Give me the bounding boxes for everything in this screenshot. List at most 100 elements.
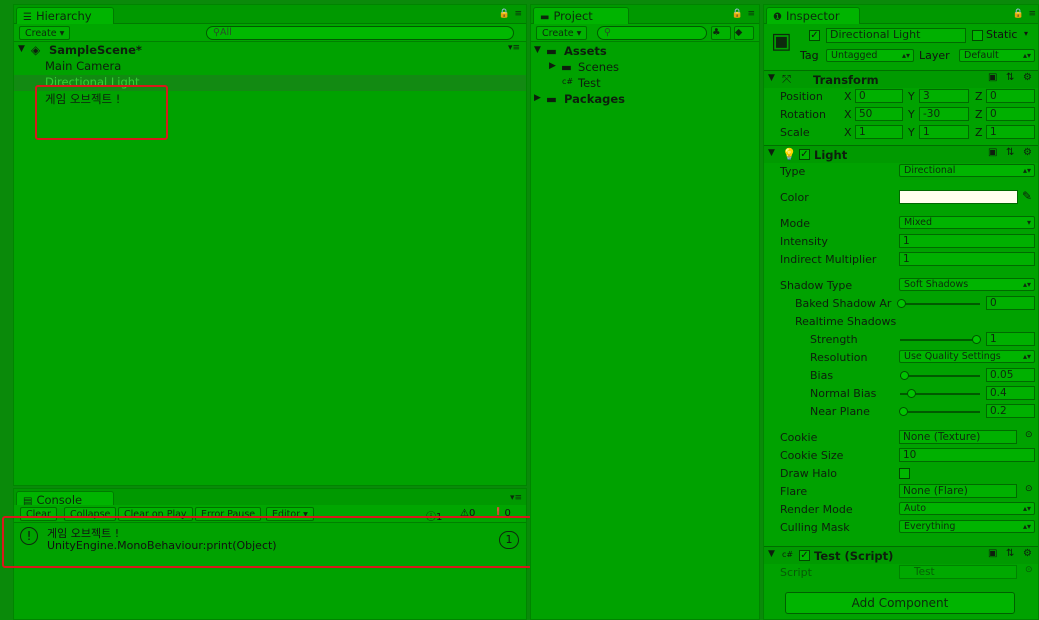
- tag-dropdown[interactable]: Untagged ▴▾: [826, 49, 914, 62]
- resolution-dropdown[interactable]: Use Quality Settings ▴▾: [899, 350, 1035, 363]
- expand-arrow-icon[interactable]: ▼: [534, 45, 541, 55]
- bias-input[interactable]: 0.05: [986, 368, 1035, 382]
- light-header[interactable]: ▼ 💡 ✓ Light ▣ ⇅ ⚙: [764, 145, 1038, 163]
- presets-icon[interactable]: ⇅: [1006, 72, 1014, 83]
- expand-arrow-icon[interactable]: ▼: [768, 549, 775, 559]
- static-checkbox[interactable]: [972, 30, 983, 41]
- flare-row: Flare None (Flare) ⊙: [764, 483, 1038, 501]
- near-plane-input[interactable]: 0.2: [986, 404, 1035, 418]
- filter-by-label-button[interactable]: ◆: [734, 26, 754, 40]
- help-icon[interactable]: ▣: [988, 72, 997, 83]
- project-create-button[interactable]: Create ▾: [536, 26, 588, 40]
- scene-row[interactable]: ▼ ◈ SampleScene* ▾≡: [14, 43, 526, 59]
- object-picker-icon[interactable]: ⊙: [1025, 484, 1033, 494]
- flare-object-field[interactable]: None (Flare): [899, 484, 1017, 498]
- project-folder-packages[interactable]: ▶ ▬ Packages: [531, 92, 759, 108]
- rotation-x-input[interactable]: 50: [855, 107, 903, 121]
- lock-icon[interactable]: 🔒: [732, 9, 743, 19]
- bias-slider-thumb[interactable]: [900, 371, 909, 380]
- panel-menu-icon[interactable]: ≡: [747, 9, 755, 19]
- hierarchy-search-input[interactable]: ⚲All: [206, 26, 514, 40]
- help-icon[interactable]: ▣: [988, 147, 997, 158]
- script-object-field: Test: [899, 565, 1017, 579]
- position-x-input[interactable]: 0: [855, 89, 903, 103]
- component-settings-icon[interactable]: ⚙: [1023, 147, 1032, 158]
- normal-bias-input[interactable]: 0.4: [986, 386, 1035, 400]
- baked-shadow-input[interactable]: 0: [986, 296, 1035, 310]
- hierarchy-item[interactable]: Main Camera: [14, 59, 526, 75]
- lock-icon[interactable]: 🔒: [499, 9, 510, 19]
- shadow-type-dropdown[interactable]: Soft Shadows ▴▾: [899, 278, 1035, 291]
- strength-slider-thumb[interactable]: [972, 335, 981, 344]
- scale-y-input[interactable]: 1: [919, 125, 969, 139]
- strength-slider-track[interactable]: [900, 339, 980, 341]
- annotation-box-console: [2, 516, 545, 568]
- scene-menu-icon[interactable]: ▾≡: [508, 43, 520, 53]
- lock-icon[interactable]: 🔒: [1013, 9, 1024, 19]
- tab-hierarchy[interactable]: ☰ Hierarchy: [16, 7, 114, 24]
- object-name-input[interactable]: Directional Light: [826, 28, 966, 43]
- position-y-input[interactable]: 3: [919, 89, 969, 103]
- bias-slider-track[interactable]: [900, 375, 980, 377]
- cookie-object-field[interactable]: None (Texture): [899, 430, 1017, 444]
- presets-icon[interactable]: ⇅: [1006, 548, 1014, 559]
- expand-arrow-icon[interactable]: ▼: [18, 44, 25, 54]
- near-plane-slider-track[interactable]: [900, 411, 980, 413]
- indirect-multiplier-input[interactable]: 1: [899, 252, 1035, 266]
- cookie-size-input[interactable]: 10: [899, 448, 1035, 462]
- active-checkbox[interactable]: ✓: [809, 30, 820, 41]
- rotation-z-input[interactable]: 0: [986, 107, 1035, 121]
- light-mode-dropdown[interactable]: Mixed ▾: [899, 216, 1035, 229]
- near-plane-slider-thumb[interactable]: [899, 407, 908, 416]
- light-type-dropdown[interactable]: Directional ▴▾: [899, 164, 1035, 177]
- scale-z-input[interactable]: 1: [986, 125, 1035, 139]
- light-enabled-checkbox[interactable]: ✓: [799, 149, 810, 160]
- project-search-input[interactable]: ⚲: [597, 26, 707, 40]
- component-settings-icon[interactable]: ⚙: [1023, 548, 1032, 559]
- panel-menu-icon[interactable]: ≡: [1028, 9, 1036, 19]
- transform-header[interactable]: ▼ ⤧ Transform ▣ ⇅ ⚙: [764, 70, 1038, 88]
- eyedropper-icon[interactable]: ✎: [1022, 189, 1032, 203]
- presets-icon[interactable]: ⇅: [1006, 147, 1014, 158]
- y-label: Y: [908, 126, 915, 139]
- collapse-arrow-icon[interactable]: ▶: [549, 61, 556, 71]
- layer-label: Layer: [919, 49, 950, 62]
- dropdown-arrow-icon: ▴▾: [1022, 166, 1031, 175]
- static-dropdown-arrow-icon[interactable]: ▾: [1024, 29, 1028, 38]
- project-file-test[interactable]: c# Test: [531, 76, 759, 92]
- filter-by-type-button[interactable]: ♣: [711, 26, 731, 40]
- expand-arrow-icon[interactable]: ▼: [768, 148, 775, 158]
- expand-arrow-icon[interactable]: ▼: [768, 73, 775, 83]
- collapse-arrow-icon[interactable]: ▶: [534, 93, 541, 103]
- scale-x-input[interactable]: 1: [855, 125, 903, 139]
- normal-bias-slider-thumb[interactable]: [907, 389, 916, 398]
- tab-project[interactable]: ▬ Project: [533, 7, 629, 24]
- culling-mask-dropdown[interactable]: Everything ▴▾: [899, 520, 1035, 533]
- position-z-input[interactable]: 0: [986, 89, 1035, 103]
- render-mode-dropdown[interactable]: Auto ▴▾: [899, 502, 1035, 515]
- strength-input[interactable]: 1: [986, 332, 1035, 346]
- intensity-input[interactable]: 1: [899, 234, 1035, 248]
- color-swatch[interactable]: [899, 190, 1018, 204]
- flare-label: Flare: [780, 485, 808, 498]
- object-picker-icon[interactable]: ⊙: [1025, 430, 1033, 440]
- baked-shadow-slider-track[interactable]: [900, 303, 980, 305]
- project-folder-assets[interactable]: ▼ ▬ Assets: [531, 44, 759, 60]
- rotation-y-input[interactable]: -30: [919, 107, 969, 121]
- help-icon[interactable]: ▣: [988, 548, 997, 559]
- draw-halo-label: Draw Halo: [780, 467, 838, 480]
- x-label: X: [844, 108, 852, 121]
- resolution-label: Resolution: [810, 351, 868, 364]
- add-component-button[interactable]: Add Component: [785, 592, 1015, 614]
- hierarchy-create-button[interactable]: Create ▾: [19, 26, 71, 40]
- tab-inspector[interactable]: ❶ Inspector: [766, 7, 860, 24]
- panel-menu-icon[interactable]: ≡: [514, 9, 522, 19]
- project-folder-scenes[interactable]: ▶ ▬ Scenes: [531, 60, 759, 76]
- baked-shadow-slider-thumb[interactable]: [897, 299, 906, 308]
- script-enabled-checkbox[interactable]: ✓: [799, 550, 810, 561]
- test-script-header[interactable]: ▼ c# ✓ Test (Script) ▣ ⇅ ⚙: [764, 546, 1038, 564]
- draw-halo-checkbox[interactable]: [899, 468, 910, 479]
- component-settings-icon[interactable]: ⚙: [1023, 72, 1032, 83]
- panel-menu-icon[interactable]: ▾≡: [510, 493, 522, 503]
- layer-dropdown[interactable]: Default ▴▾: [959, 49, 1035, 62]
